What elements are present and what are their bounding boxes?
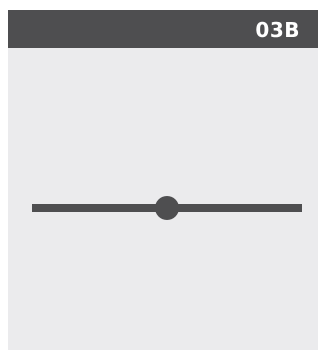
- card-code-label: 03B: [255, 18, 300, 42]
- slider-card: 03B: [8, 10, 318, 350]
- slider-thumb[interactable]: [155, 196, 179, 220]
- slider-control[interactable]: [32, 196, 302, 220]
- card-header: 03B: [8, 10, 318, 48]
